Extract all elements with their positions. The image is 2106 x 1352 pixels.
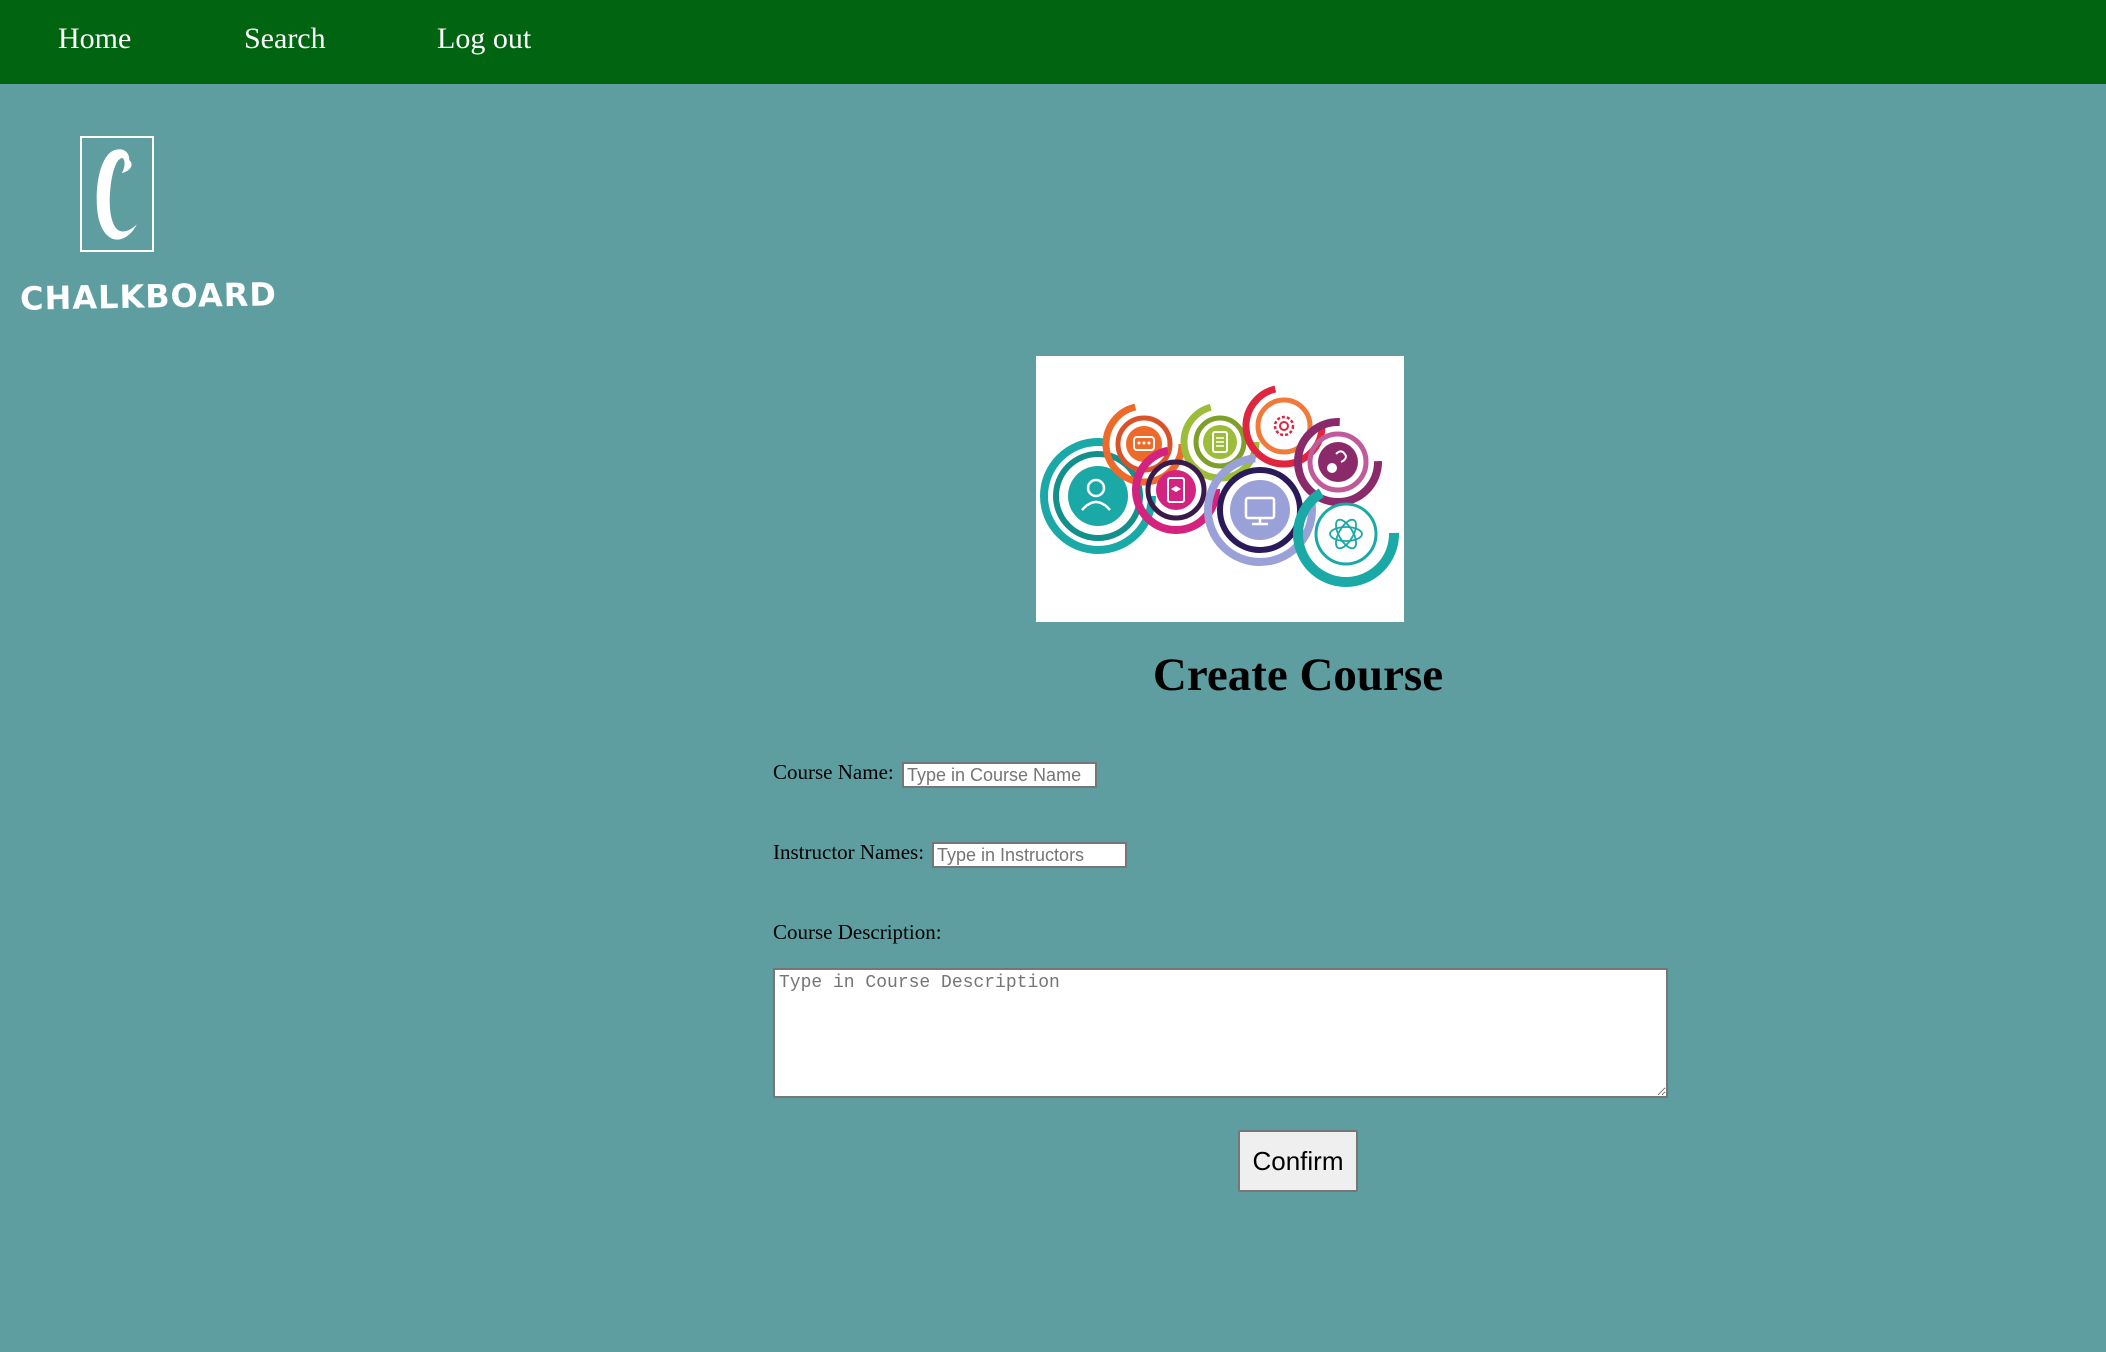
logo-text: CHALKBOARD [19,275,278,318]
nav-logout-link[interactable]: Log out [437,14,531,64]
logo-letter-box [80,136,154,252]
education-icons-illustration [1040,384,1399,587]
nav-home-link[interactable]: Home [58,14,131,64]
course-description-label: Course Description: [773,920,942,944]
instructor-names-input[interactable] [932,842,1127,868]
course-name-label: Course Name: [773,760,894,784]
gear-icon [1266,408,1302,444]
page-title: Create Course [1152,649,1444,701]
nav-search-link[interactable]: Search [244,14,326,64]
chalkboard-logo[interactable]: CHALKBOARD [19,134,278,324]
course-hero-image [1036,356,1404,622]
confirm-button[interactable]: Confirm [1238,1130,1358,1192]
top-nav-bar: Home Search Log out [0,0,2106,84]
atom-icon [1314,502,1378,566]
monitor-icon [1230,480,1290,540]
instructor-names-label: Instructor Names: [773,840,925,864]
course-name-input[interactable] [902,762,1097,788]
course-description-textarea[interactable] [773,968,1668,1098]
question-icon [1318,442,1358,482]
logo-c-icon [96,149,137,240]
